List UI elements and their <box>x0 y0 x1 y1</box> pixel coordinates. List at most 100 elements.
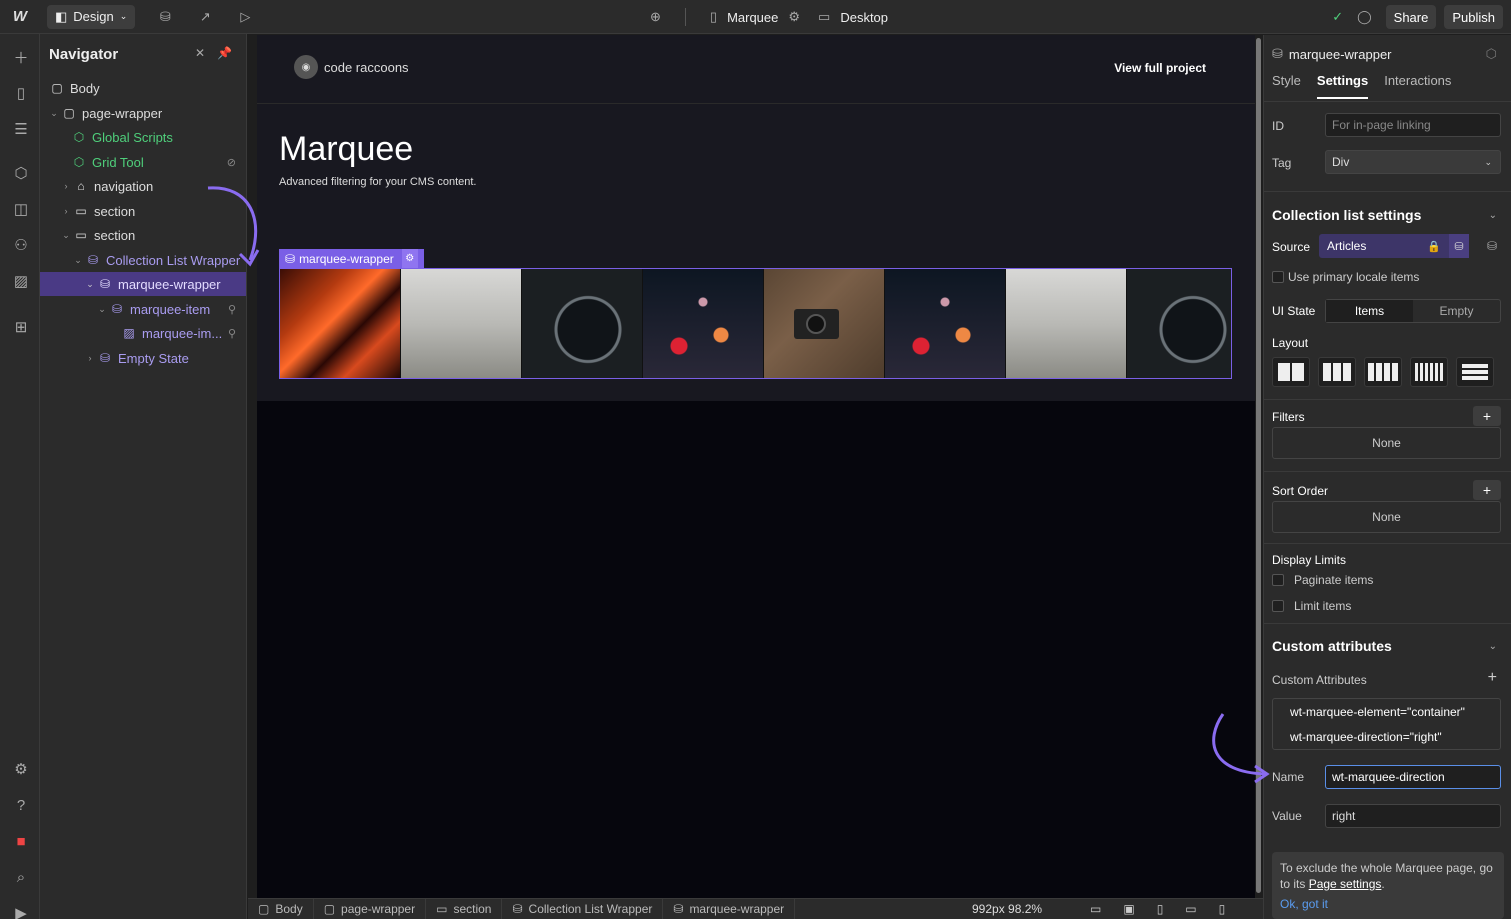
marquee-image-cafe[interactable] <box>401 269 522 378</box>
marquee-image-neon[interactable] <box>280 269 401 378</box>
breadcrumb-page-wrapper[interactable]: ▢ page-wrapper <box>314 898 427 919</box>
caret-down-icon[interactable]: ⌄ <box>60 230 72 241</box>
id-field[interactable]: For in-page linking <box>1325 113 1501 137</box>
tablet-icon[interactable]: ▯ <box>1157 902 1164 916</box>
collection-list-settings-title[interactable]: Collection list settings <box>1272 207 1421 223</box>
share-button[interactable]: Share <box>1385 5 1437 29</box>
styles-icon[interactable]: ⚇ <box>10 234 32 256</box>
ui-state-empty[interactable]: Empty <box>1413 300 1500 322</box>
tab-settings[interactable]: Settings <box>1316 73 1369 99</box>
breadcrumb-marquee-wrapper[interactable]: ⛁ marquee-wrapper <box>663 898 796 919</box>
marquee-wrapper[interactable] <box>279 268 1232 379</box>
apps-icon[interactable]: ⊞ <box>10 316 32 338</box>
breakpoint-label[interactable]: Desktop <box>840 10 888 25</box>
layout-3-col[interactable] <box>1318 357 1356 387</box>
marquee-image-clock[interactable] <box>522 269 643 378</box>
mobile-landscape-icon[interactable]: ▭ <box>1185 902 1196 916</box>
publish-button[interactable]: Publish <box>1444 5 1503 29</box>
chevron-down-icon[interactable]: ⌄ <box>1489 210 1497 221</box>
add-sort-button[interactable]: + <box>1473 480 1501 500</box>
component-icon[interactable]: ⬡ <box>1486 46 1497 62</box>
tag-select[interactable]: Div ⌄ <box>1325 150 1501 174</box>
search-icon[interactable]: ⌕ <box>10 866 32 888</box>
mobile-portrait-icon[interactable]: ▯ <box>1219 902 1226 916</box>
marquee-image-cafe[interactable] <box>1006 269 1127 378</box>
help-icon[interactable]: ? <box>10 794 32 816</box>
analytics-icon[interactable]: ↗ <box>185 0 225 34</box>
site-logo[interactable]: ◉ code raccoons <box>294 55 409 79</box>
attribute-item[interactable]: wt-marquee-element="container" <box>1273 699 1500 724</box>
layout-6-col[interactable] <box>1410 357 1448 387</box>
caret-right-icon[interactable]: › <box>60 206 72 216</box>
paginate-checkbox[interactable] <box>1272 574 1284 586</box>
page-name[interactable]: Marquee <box>727 10 778 25</box>
breadcrumb-section[interactable]: ▭ section <box>426 898 503 919</box>
filters-value[interactable]: None <box>1272 427 1501 459</box>
tree-item-empty-state[interactable]: › ⛁ Empty State <box>40 346 246 370</box>
tab-interactions[interactable]: Interactions <box>1384 73 1451 99</box>
mode-dropdown[interactable]: ◧ Design ⌄ <box>47 4 136 29</box>
ui-state-items[interactable]: Items <box>1326 300 1413 322</box>
navigator-icon[interactable]: ☰ <box>10 118 32 140</box>
globe-icon[interactable]: ⊕ <box>650 9 661 25</box>
tree-item-navigation[interactable]: › ⌂ navigation <box>40 174 246 198</box>
attr-value-input[interactable]: right <box>1325 804 1501 828</box>
caret-down-icon[interactable]: ⌄ <box>72 255 84 266</box>
tree-item-marquee-item[interactable]: ⌄ ⛁ marquee-item ⚲ <box>40 297 246 321</box>
attr-name-input[interactable]: wt-marquee-direction <box>1325 765 1501 789</box>
tree-item-section[interactable]: ⌄ ▭ section <box>40 223 246 247</box>
preview-icon[interactable]: ▷ <box>225 0 265 34</box>
custom-attributes-title[interactable]: Custom attributes <box>1272 638 1392 654</box>
marquee-image-clock[interactable] <box>1127 269 1231 378</box>
add-icon[interactable]: ＋ <box>10 46 32 68</box>
tree-item-global-scripts[interactable]: ⬡ Global Scripts <box>40 125 246 149</box>
video-icon[interactable]: ▶ <box>10 902 32 919</box>
gear-icon[interactable]: ⚙ <box>401 249 418 268</box>
variables-icon[interactable]: ◫ <box>10 198 32 220</box>
zoom-readout[interactable]: 992px 98.2% <box>972 902 1042 916</box>
selected-element-label[interactable]: ⛁ marquee-wrapper ⚙ <box>279 249 424 268</box>
collection-settings-icon[interactable]: ⛁ <box>1449 234 1469 258</box>
sort-order-value[interactable]: None <box>1272 501 1501 533</box>
breadcrumb-body[interactable]: ▢ Body <box>248 898 314 919</box>
caret-right-icon[interactable]: › <box>84 353 96 363</box>
layout-2-col[interactable] <box>1272 357 1310 387</box>
breadcrumb-collection-list-wrapper[interactable]: ⛁ Collection List Wrapper <box>502 898 664 919</box>
gear-icon[interactable]: ⚙ <box>788 9 800 25</box>
limit-checkbox[interactable] <box>1272 600 1284 612</box>
record-icon[interactable]: ■ <box>10 830 32 852</box>
pages-icon[interactable]: ▯ <box>10 82 32 104</box>
settings-icon[interactable]: ⚙ <box>10 758 32 780</box>
ok-got-it-button[interactable]: Ok, got it <box>1280 896 1496 912</box>
tab-style[interactable]: Style <box>1272 73 1301 99</box>
caret-down-icon[interactable]: ⌄ <box>96 304 108 315</box>
tree-item-grid-tool[interactable]: ⬡ Grid Tool ⊘ <box>40 150 246 174</box>
add-attribute-icon[interactable]: + <box>1488 669 1497 687</box>
layout-list[interactable] <box>1456 357 1494 387</box>
tree-item-page-wrapper[interactable]: ⌄ ▢ page-wrapper <box>40 101 246 125</box>
components-icon[interactable]: ⬡ <box>10 162 32 184</box>
tree-item-marquee-wrapper[interactable]: ⌄ ⛁ marquee-wrapper <box>40 272 246 296</box>
caret-down-icon[interactable]: ⌄ <box>48 108 60 119</box>
tree-item-marquee-image[interactable]: ▨ marquee-im... ⚲ <box>40 321 246 345</box>
chevron-down-icon[interactable]: ⌄ <box>1489 641 1497 652</box>
tree-item-section[interactable]: › ▭ section <box>40 199 246 223</box>
view-full-project-link[interactable]: View full project <box>1114 61 1206 75</box>
page-settings-link[interactable]: Page settings <box>1309 877 1382 891</box>
primary-locale-checkbox[interactable] <box>1272 271 1284 283</box>
layout-4-col[interactable] <box>1364 357 1402 387</box>
pin-icon[interactable]: 📌 <box>217 46 232 60</box>
marquee-image-bokeh[interactable] <box>885 269 1006 378</box>
caret-down-icon[interactable]: ⌄ <box>84 279 96 290</box>
page-title[interactable]: Marquee <box>279 130 413 169</box>
assets-icon[interactable]: ▨ <box>10 270 32 292</box>
comments-icon[interactable]: ◯ <box>1357 9 1372 25</box>
hidden-eye-icon[interactable]: ⊘ <box>227 156 236 169</box>
attribute-item[interactable]: wt-marquee-direction="right" <box>1273 724 1500 749</box>
source-select[interactable]: Articles 🔒 <box>1319 234 1469 258</box>
cms-icon[interactable]: ⛁ <box>145 0 185 34</box>
marquee-image-bokeh[interactable] <box>643 269 764 378</box>
add-filter-button[interactable]: + <box>1473 406 1501 426</box>
desktop-icon[interactable]: ▣ <box>1123 902 1134 916</box>
design-canvas[interactable]: ◉ code raccoons View full project Marque… <box>257 35 1255 898</box>
